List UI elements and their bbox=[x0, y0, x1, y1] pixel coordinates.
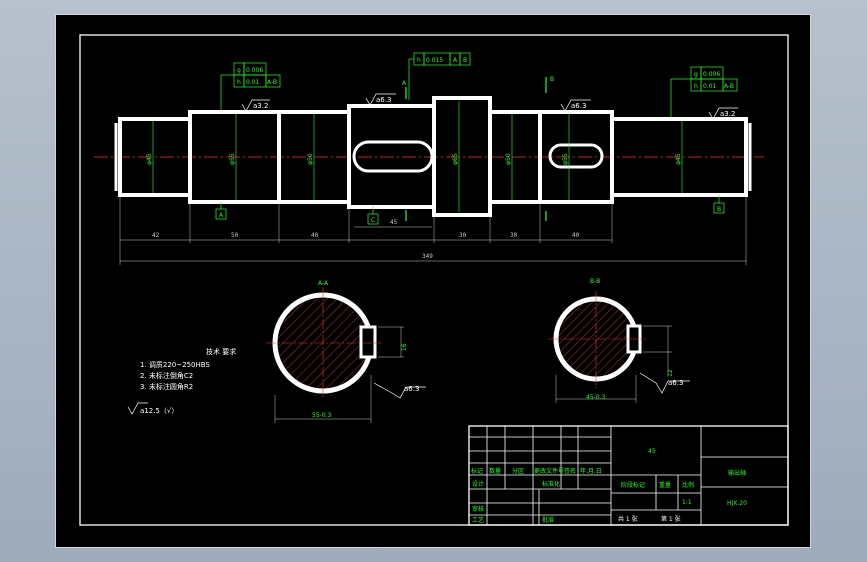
dim-seg-2: 50 bbox=[231, 232, 239, 239]
drawing-canvas: φ45 φ55 φ50 φ65 φ50 φ55 φ45 42 50 40 30 … bbox=[79, 34, 789, 526]
tb-part-name: 输出轴 bbox=[728, 469, 746, 477]
section-a-roughness: a6.3 bbox=[404, 385, 419, 393]
tech-req-item-1: 1. 调质220~250HBS bbox=[140, 360, 210, 369]
cut-label-a: A bbox=[402, 80, 407, 87]
cut-label-b: B bbox=[550, 76, 554, 83]
tb-sheet-total: 共 1 张 bbox=[618, 515, 638, 523]
dim-seg-7: 30 bbox=[510, 232, 518, 239]
dia-label-7: φ55 bbox=[562, 153, 569, 165]
tb-process: 工艺 bbox=[472, 516, 484, 524]
tb-head-mark: 标记 bbox=[471, 467, 483, 475]
tolerance-texts: g 0.006 h 0.01 A-B h 0.015 A B g 0.006 h… bbox=[237, 57, 734, 90]
datum-c: C bbox=[371, 217, 375, 224]
tol-right-val-2: 0.01 bbox=[703, 83, 717, 90]
dim-keyway-length: 45 bbox=[390, 219, 398, 226]
tb-head-sign: 签名 bbox=[564, 467, 576, 475]
section-a-diameter: 55-0.3 bbox=[312, 412, 332, 419]
cad-viewport: φ45 φ55 φ50 φ65 φ50 φ55 φ45 42 50 40 30 … bbox=[0, 0, 867, 562]
tb-material: 45 bbox=[648, 448, 656, 455]
roughness-end: a3.2 bbox=[720, 110, 735, 118]
dia-label-3: φ50 bbox=[307, 153, 314, 165]
tol-left-val-2: 0.01 bbox=[246, 79, 260, 86]
section-b-title: B-B bbox=[590, 278, 600, 285]
section-b-roughness: a6.3 bbox=[668, 379, 683, 387]
tb-scale-label: 比例 bbox=[682, 481, 694, 489]
tol-right-sym-2: h bbox=[694, 83, 698, 90]
dia-label-1: φ45 bbox=[146, 153, 153, 165]
shaft-seg-4 bbox=[347, 104, 436, 209]
section-a-depth: 16 bbox=[401, 343, 408, 351]
tb-drawing-no: HJX.20 bbox=[727, 500, 747, 507]
tol-left-val-1: 0.006 bbox=[246, 67, 263, 74]
tol-right-val-1: 0.006 bbox=[703, 71, 720, 78]
title-block-texts: 标记 数量 分区 更改文件号 签名 年.月.日 设计 标准化 审核 工艺 批准 … bbox=[471, 448, 747, 524]
dia-label-8: φ45 bbox=[675, 153, 682, 165]
tech-req-title: 技术 要求 bbox=[206, 347, 236, 356]
roughness-right: a6.3 bbox=[571, 102, 586, 110]
dim-seg-3: 40 bbox=[311, 232, 319, 239]
dim-overall: 349 bbox=[422, 253, 433, 260]
tb-sheet-no: 第 1 张 bbox=[661, 515, 681, 523]
tol-left-sym-2: h bbox=[237, 79, 241, 86]
tol-mid-sym: h bbox=[417, 57, 421, 64]
section-b-depth: 12 bbox=[667, 369, 674, 377]
tb-head-zone: 分区 bbox=[512, 467, 524, 475]
dia-label-5: φ65 bbox=[452, 153, 459, 165]
keyway-right bbox=[548, 143, 604, 169]
tol-mid-ref: A bbox=[453, 57, 458, 64]
dim-seg-1: 42 bbox=[152, 232, 160, 239]
tol-right-ref: A-B bbox=[724, 83, 734, 90]
datum-b: B bbox=[717, 206, 721, 213]
tb-check: 审核 bbox=[472, 505, 484, 513]
tb-head-qty: 数量 bbox=[489, 467, 501, 475]
tb-head-change: 更改文件号 bbox=[534, 467, 564, 475]
roughness-mid: a6.3 bbox=[376, 96, 391, 104]
tol-mid-val: 0.015 bbox=[426, 57, 443, 64]
tb-standard: 标准化 bbox=[542, 480, 560, 488]
keyway-left bbox=[352, 140, 434, 173]
tech-req-item-3: 3. 未标注圆角R2 bbox=[140, 382, 193, 391]
tol-mid-ref2: B bbox=[463, 57, 467, 64]
datum-a: A bbox=[219, 212, 224, 219]
section-b-diameter: 45-0.3 bbox=[586, 394, 606, 401]
tb-head-date: 年.月.日 bbox=[580, 467, 602, 475]
technical-requirements: 技术 要求 1. 调质220~250HBS 2. 未标注倒角C2 3. 未标注圆… bbox=[127, 347, 236, 415]
roughness-left: a3.2 bbox=[253, 102, 268, 110]
shaft-collar bbox=[432, 96, 492, 217]
tech-req-item-2: 2. 未标注倒角C2 bbox=[140, 371, 193, 380]
tb-weight: 重量 bbox=[659, 481, 671, 489]
tolerance-frames bbox=[220, 52, 738, 117]
tb-design: 设计 bbox=[472, 480, 484, 488]
section-a-title: A-A bbox=[318, 280, 329, 287]
datum-markers bbox=[215, 195, 725, 225]
tol-left-sym-1: g bbox=[237, 67, 241, 74]
tol-left-ref: A-B bbox=[267, 79, 277, 86]
dim-seg-6: 30 bbox=[459, 232, 467, 239]
dim-seg-8: 40 bbox=[572, 232, 580, 239]
dia-label-2: φ55 bbox=[229, 153, 236, 165]
drawing-sheet: φ45 φ55 φ50 φ65 φ50 φ55 φ45 42 50 40 30 … bbox=[55, 14, 811, 548]
tol-right-sym-1: g bbox=[694, 71, 698, 78]
tech-req-roughness: a12.5（√） bbox=[140, 407, 178, 415]
tb-stage: 阶段标记 bbox=[621, 481, 645, 489]
length-dimensions: 42 50 40 30 30 40 349 45 bbox=[152, 219, 580, 260]
dia-label-6: φ50 bbox=[505, 153, 512, 165]
tb-approve: 批准 bbox=[542, 516, 554, 524]
section-a-view bbox=[266, 287, 426, 423]
tb-scale: 1:1 bbox=[682, 499, 692, 506]
